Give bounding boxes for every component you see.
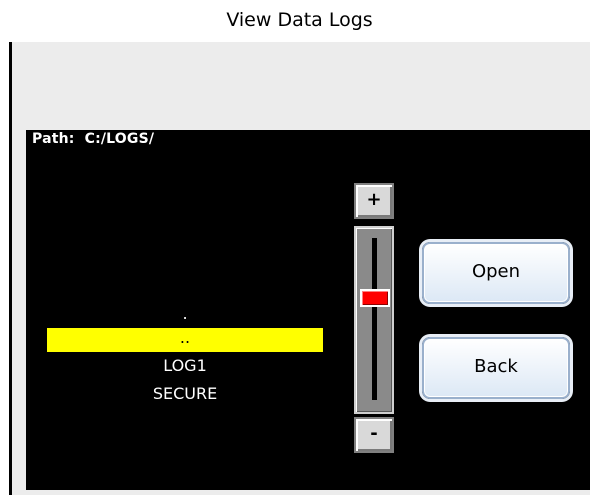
path-label: Path: [32, 131, 75, 147]
window-title: View Data Logs [9, 2, 590, 42]
toolbar-area [12, 42, 590, 130]
scroll-up-button[interactable]: + [354, 183, 394, 219]
open-button[interactable]: Open [422, 242, 570, 304]
scrollbar-groove [372, 238, 377, 400]
list-item-secure[interactable]: SECURE [47, 380, 323, 408]
list-item-log1[interactable]: LOG1 [47, 352, 323, 380]
scrollbar-thumb[interactable] [360, 288, 390, 307]
path-display: Path: C:/LOGS/ [32, 131, 154, 147]
path-value: C:/LOGS/ [84, 131, 155, 147]
bottom-margin [12, 490, 590, 495]
file-list: . .. LOG1 SECURE [47, 300, 323, 408]
back-button[interactable]: Back [422, 337, 570, 399]
scrollbar-track[interactable] [354, 226, 394, 414]
list-item-parent-dir[interactable]: .. [47, 328, 323, 352]
left-margin [12, 130, 26, 495]
scroll-down-button[interactable]: - [354, 417, 394, 453]
list-item-current-dir[interactable]: . [47, 300, 323, 328]
